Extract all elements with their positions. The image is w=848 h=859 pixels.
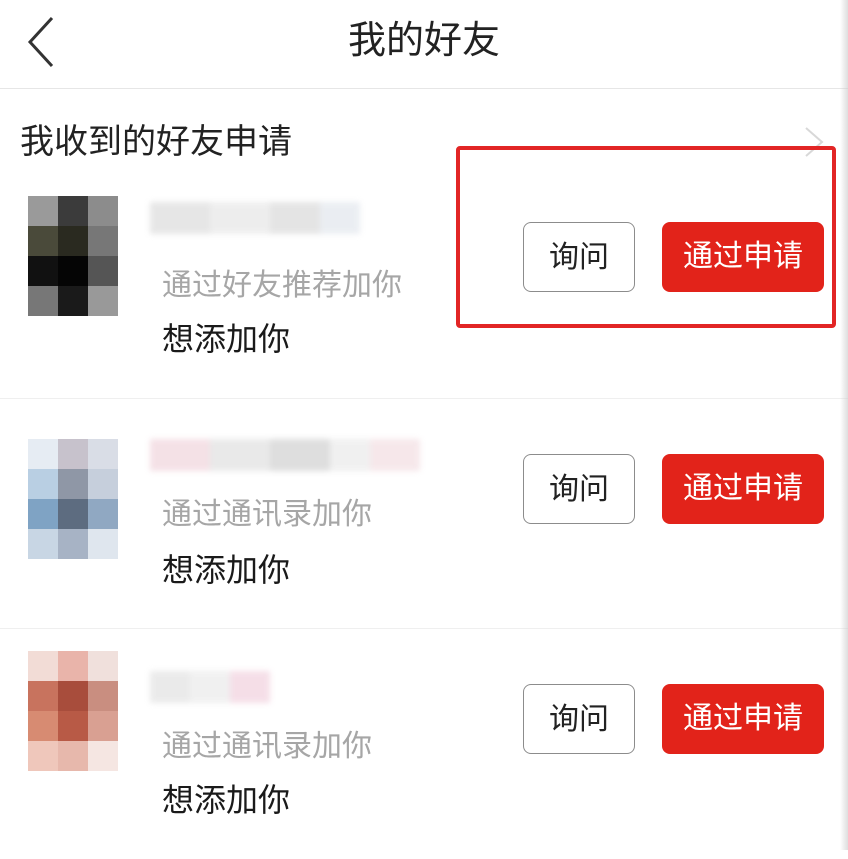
chevron-right-icon [805,127,824,157]
section-title: 我收到的好友申请 [20,122,292,162]
avatar [28,196,118,316]
friend-request-row: 通过通讯录加你 想添加你 询问 通过申请 [0,628,848,859]
avatar [28,439,118,559]
friend-request-row: 通过好友推荐加你 想添加你 询问 通过申请 [0,170,848,400]
ask-button[interactable]: 询问 [523,684,635,754]
accept-request-button[interactable]: 通过申请 [662,684,824,754]
blurred-username [150,671,270,703]
request-message: 想添加你 [162,551,291,589]
request-source: 通过好友推荐加你 [162,268,402,303]
request-source: 通过通讯录加你 [162,497,372,532]
nav-bar: 我的好友 [0,0,848,89]
friend-requests-section-header[interactable]: 我收到的好友申请 [0,108,848,178]
request-source: 通过通讯录加你 [162,729,372,764]
request-message: 想添加你 [162,320,291,358]
friend-request-row: 通过通讯录加你 想添加你 询问 通过申请 [0,398,848,629]
request-message: 想添加你 [162,781,291,819]
avatar [28,651,118,771]
page-title: 我的好友 [347,18,500,62]
edge-shadow [840,0,848,850]
accept-request-button[interactable]: 通过申请 [662,454,824,524]
blurred-username [150,202,370,234]
accept-request-button[interactable]: 通过申请 [662,222,824,292]
ask-button[interactable]: 询问 [523,454,635,524]
blurred-username [150,439,430,471]
ask-button[interactable]: 询问 [523,222,635,292]
